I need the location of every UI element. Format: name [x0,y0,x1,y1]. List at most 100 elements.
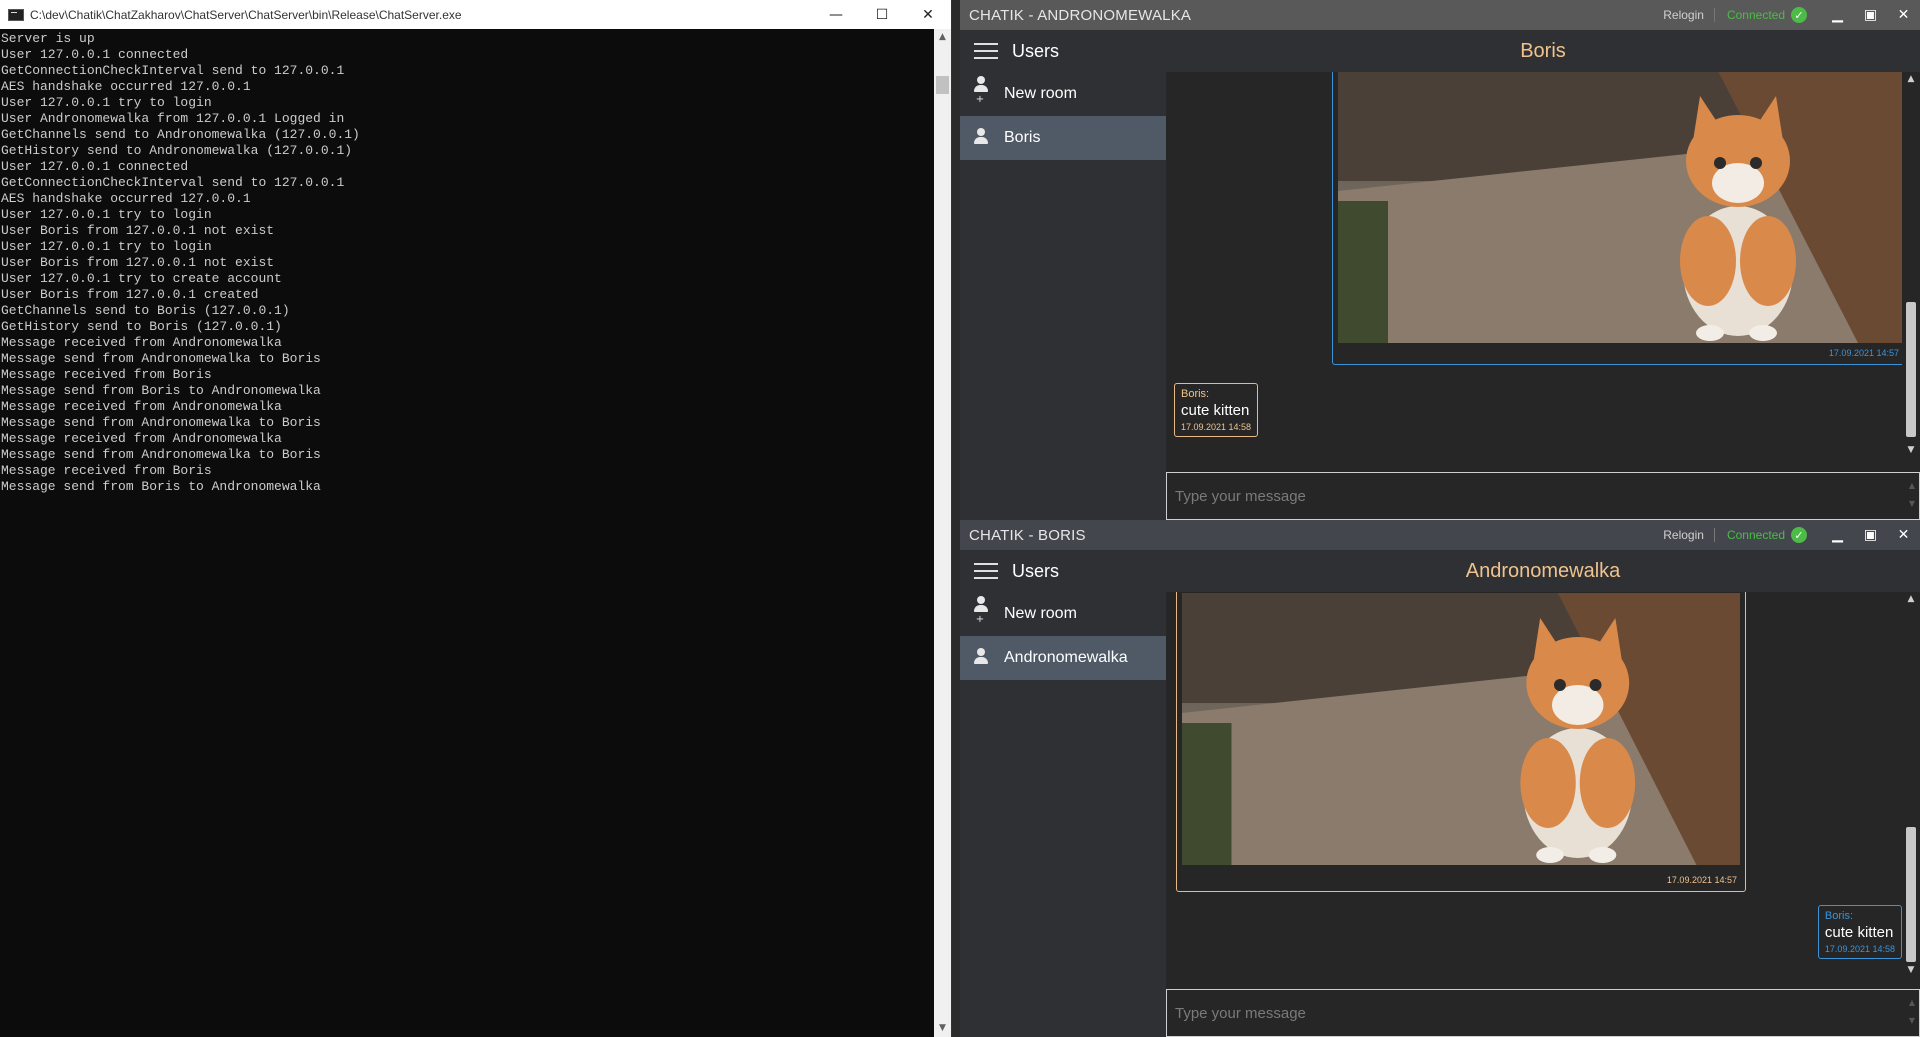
message-list: 17.09.2021 14:57 Boris: cute kitten 17.0… [1166,72,1902,457]
message-text: cute kitten [1181,402,1250,419]
kitten-image[interactable] [1338,72,1902,343]
kitten-image[interactable] [1182,593,1740,865]
sidebar-header: Users [960,550,1166,592]
console-line: GetConnectionCheckInterval send to 127.0… [1,175,345,190]
console-maximize-button[interactable]: ☐ [859,0,905,29]
sidebar: Users + New room Boris [960,30,1166,520]
relogin-button[interactable]: Relogin [1663,528,1715,542]
console-line: Message send from Andronomewalka to Bori… [1,351,321,366]
console-line: GetConnectionCheckInterval send to 127.0… [1,63,345,78]
console-line: Message received from Boris [1,367,212,382]
console-line: Message send from Andronomewalka to Bori… [1,415,321,430]
scroll-down-icon[interactable]: ▼ [1902,963,1920,977]
scroll-up-icon[interactable]: ▲ [1902,72,1920,86]
check-circle-icon: ✓ [1791,7,1807,23]
message-input-box[interactable]: ▲▼ [1166,989,1920,1037]
text-message[interactable]: Boris: cute kitten 17.09.2021 14:58 [1817,905,1902,959]
console-line: AES handshake occurred 127.0.0.1 [1,191,251,206]
console-line: GetHistory send to Andronomewalka (127.0… [1,143,353,158]
console-line: Message send from Boris to Andronomewalk… [1,383,321,398]
new-room-button[interactable]: + New room [960,72,1166,116]
console-scroll-thumb[interactable] [936,76,949,94]
message-input[interactable] [1167,473,1919,519]
console-line: User 127.0.0.1 try to login [1,239,212,254]
console-line: GetChannels send to Boris (127.0.0.1) [1,303,290,318]
close-button[interactable]: ✕ [1887,527,1920,543]
sidebar-header: Users [960,30,1166,72]
console-line: Message received from Boris [1,463,212,478]
sidebar-title: Users [1012,40,1060,61]
chat-main: Andronomewalka 17.09.2021 14:57 Boris: c… [1166,550,1920,1037]
hamburger-menu-icon[interactable] [974,43,998,59]
chat-title: Andronomewalka [1166,550,1920,592]
console-line: User Boris from 127.0.0.1 not exist [1,223,275,238]
sidebar-title: Users [1012,560,1060,581]
image-message[interactable]: 17.09.2021 14:57 [1176,592,1746,892]
console-output: Server is up User 127.0.0.1 connected GetC… [0,29,934,1037]
connection-status: Connected ✓ [1727,7,1807,23]
add-user-icon: + [972,76,990,112]
maximize-button[interactable]: ▣ [1854,527,1887,543]
minimize-button[interactable]: ▁ [1821,527,1854,543]
chat-window-andronomewalka: CHATIK - ANDRONOMEWALKA Relogin Connecte… [960,0,1920,520]
window-title: CHATIK - ANDRONOMEWALKA [969,6,1192,24]
message-text: cute kitten [1824,924,1894,941]
window-gap [952,0,960,1037]
scroll-up-icon[interactable]: ▲ [1902,592,1920,606]
console-line: User 127.0.0.1 connected [1,47,189,62]
chat-titlebar: CHATIK - ANDRONOMEWALKA Relogin Connecte… [960,0,1920,30]
chat-window-boris: CHATIK - BORIS Relogin Connected ✓ ▁ ▣ ✕… [960,520,1920,1037]
relogin-button[interactable]: Relogin [1663,8,1715,22]
input-scroll-arrows[interactable]: ▲ ▼ [1909,477,1915,513]
scroll-down-icon[interactable]: ▼ [934,1020,951,1037]
scroll-down-icon[interactable]: ▼ [1902,443,1920,457]
sidebar-item-boris[interactable]: Boris [960,116,1166,160]
text-message[interactable]: Boris: cute kitten 17.09.2021 14:58 [1174,383,1259,437]
console-line: Message received from Andronomewalka [1,335,282,350]
console-line: GetChannels send to Andronomewalka (127.… [1,127,360,142]
console-app-icon [8,8,24,21]
close-button[interactable]: ✕ [1887,7,1920,23]
console-line: GetHistory send to Boris (127.0.0.1) [1,319,282,334]
message-time: 17.09.2021 14:57 [1828,348,1899,358]
message-input[interactable] [1167,990,1919,1036]
console-line: Message received from Andronomewalka [1,399,282,414]
console-title: C:\dev\Chatik\ChatZakharov\ChatServer\Ch… [30,7,462,22]
window-title: CHATIK - BORIS [969,526,1086,544]
hamburger-menu-icon[interactable] [974,563,998,579]
message-scrollbar[interactable]: ▲ ▼ [1902,72,1920,457]
image-message[interactable]: 17.09.2021 14:57 [1332,72,1902,365]
maximize-button[interactable]: ▣ [1854,7,1887,23]
minimize-button[interactable]: ▁ [1821,7,1854,23]
console-line: User 127.0.0.1 connected [1,159,189,174]
user-icon [972,648,990,668]
new-room-button[interactable]: + New room [960,592,1166,636]
scroll-up-icon[interactable]: ▲ [934,29,951,46]
connection-status-label: Connected [1726,8,1785,22]
message-input-box[interactable]: ▲▼ [1166,472,1920,520]
sidebar-item-andronomewalka[interactable]: Andronomewalka [960,636,1166,680]
message-time: 17.09.2021 14:58 [1824,944,1895,954]
console-minimize-button[interactable]: — [813,0,859,29]
message-scroll-thumb[interactable] [1906,827,1916,962]
message-scrollbar[interactable]: ▲ ▼ [1902,592,1920,977]
console-line: Server is up [1,31,95,46]
new-room-label: New room [1004,85,1077,102]
chat-main: Boris 17.09.2021 14:57 Boris: cute kitte… [1166,30,1920,520]
connection-status: Connected ✓ [1727,527,1807,543]
console-line: Message received from Andronomewalka [1,431,282,446]
console-line: User Boris from 127.0.0.1 not exist [1,255,275,270]
console-line: User 127.0.0.1 try to create account [1,271,282,286]
console-scrollbar[interactable]: ▲ ▼ [934,29,951,1037]
console-close-button[interactable]: ✕ [905,0,951,29]
chat-titlebar: CHATIK - BORIS Relogin Connected ✓ ▁ ▣ ✕ [960,520,1920,550]
message-scroll-thumb[interactable] [1906,302,1916,437]
console-line: User Andronomewalka from 127.0.0.1 Logge… [1,111,345,126]
input-scroll-arrows[interactable]: ▲ ▼ [1909,994,1915,1030]
new-room-label: New room [1004,605,1077,622]
message-sender: Boris: [1181,388,1210,400]
chat-title: Boris [1166,30,1920,72]
console-titlebar: C:\dev\Chatik\ChatZakharov\ChatServer\Ch… [0,0,951,29]
message-time: 17.09.2021 14:58 [1181,422,1252,432]
console-line: Message send from Andronomewalka to Bori… [1,447,321,462]
